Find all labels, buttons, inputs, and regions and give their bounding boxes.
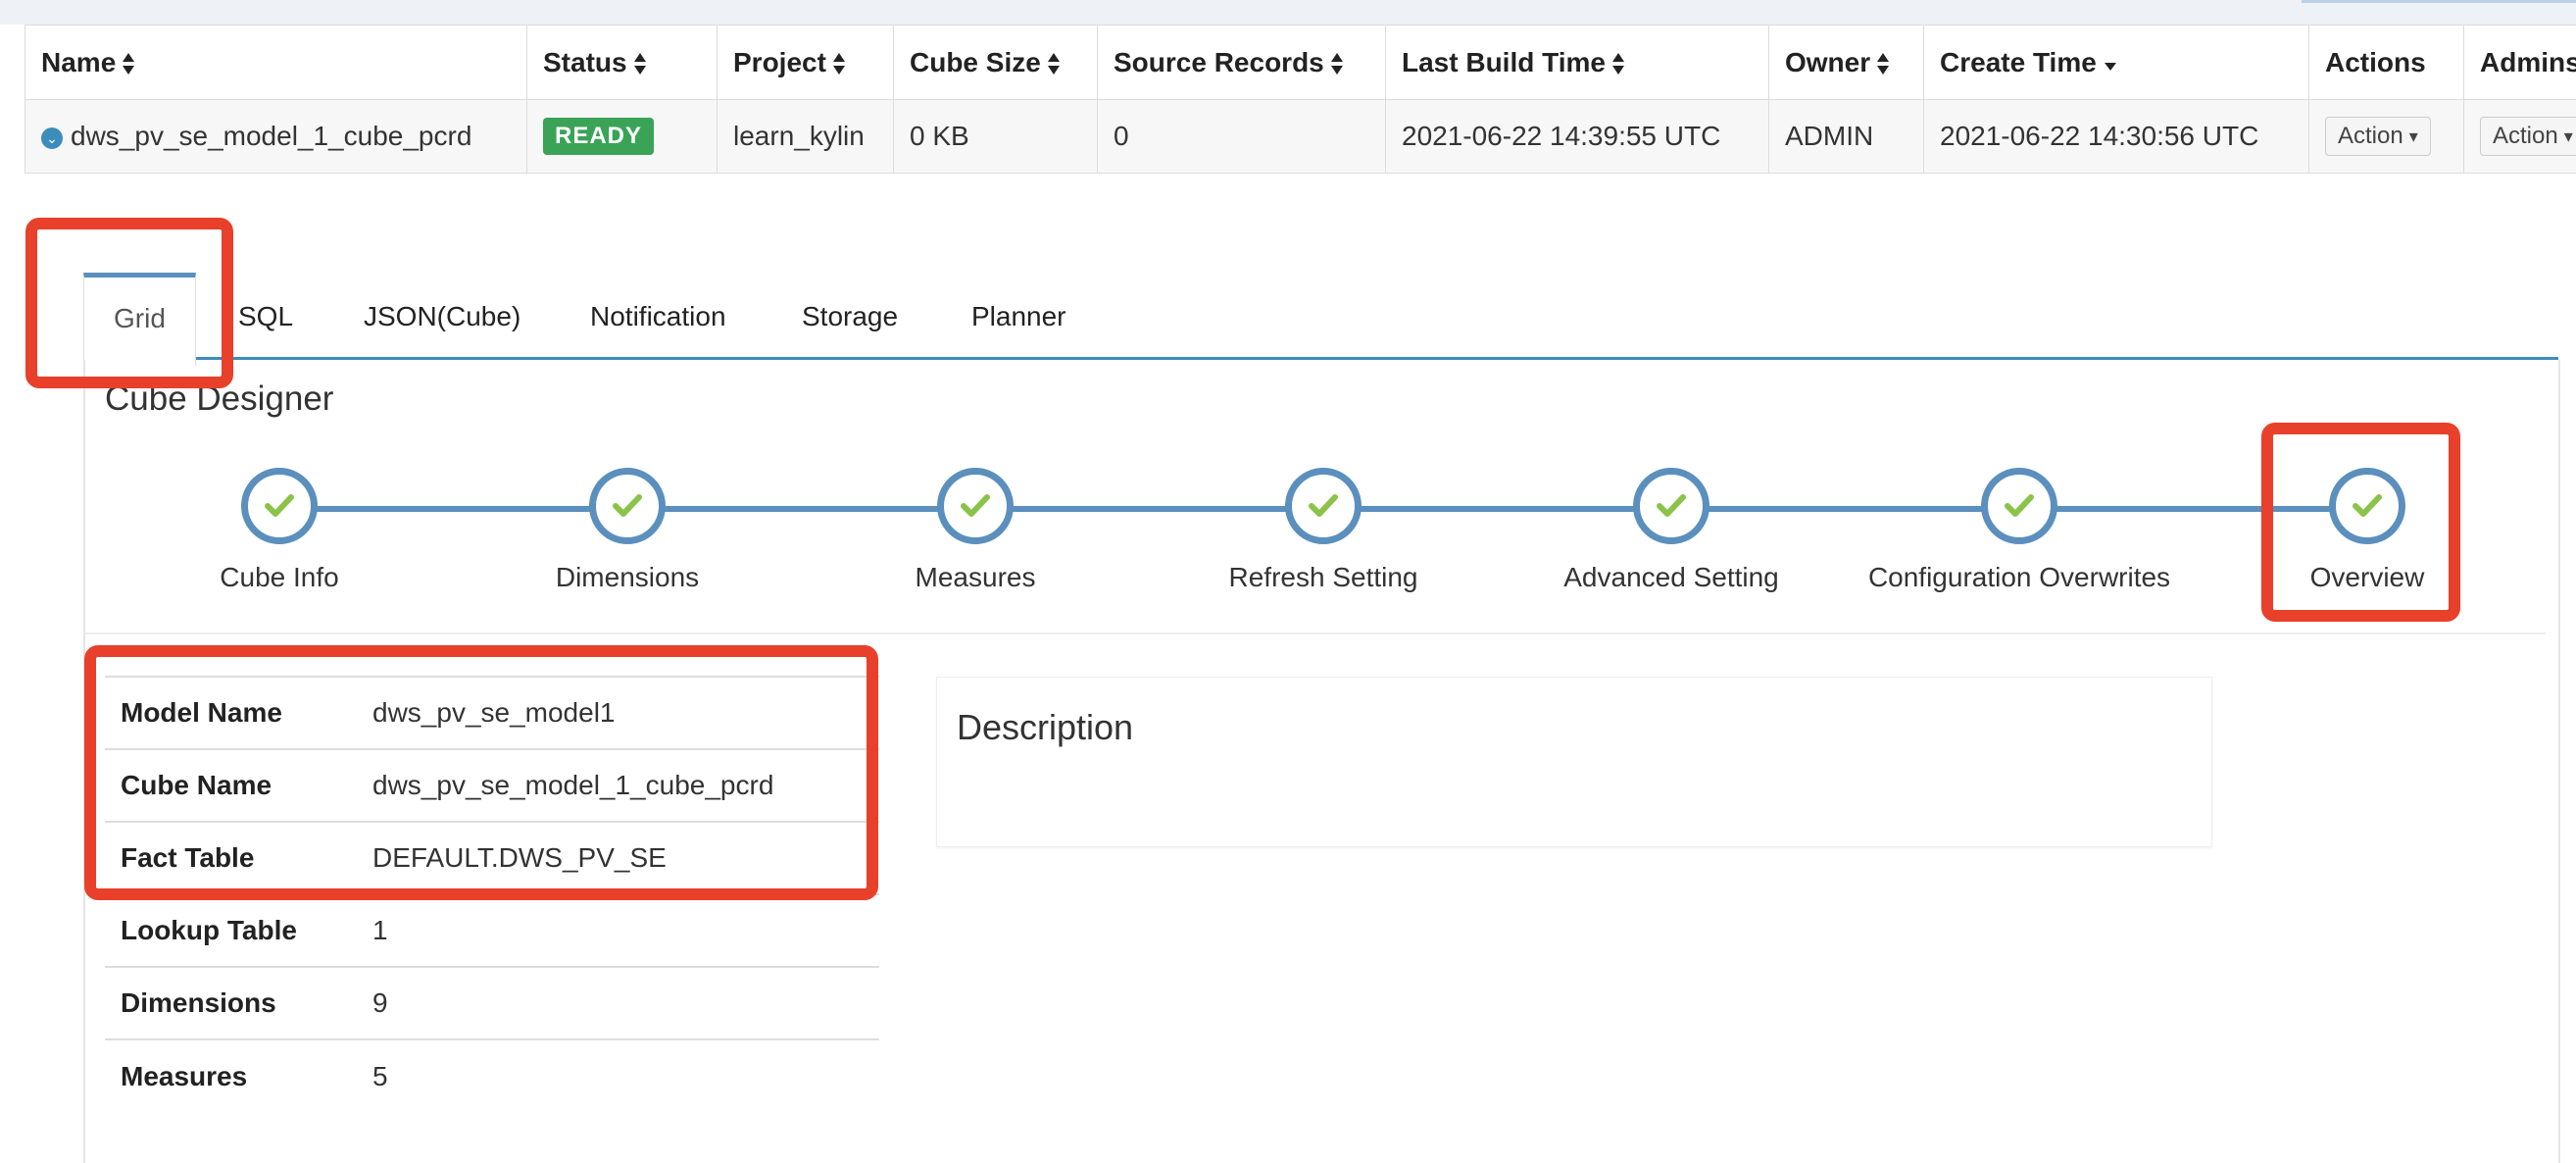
highlight-model-info: [84, 645, 878, 900]
info-key: Dimensions: [121, 987, 276, 1018]
description-title: Description: [957, 707, 1134, 747]
caret-down-icon: ▾: [2408, 126, 2418, 147]
cell-project: learn_kylin: [717, 99, 894, 174]
table-header-row: Name Status Project Cube Size Source Rec…: [25, 25, 2576, 100]
info-value: 5: [372, 1060, 388, 1091]
col-header-project[interactable]: Project: [717, 25, 894, 100]
divider: [85, 632, 2546, 634]
cube-list-table: Name Status Project Cube Size Source Rec…: [25, 25, 2576, 174]
info-key: Lookup Table: [121, 915, 297, 945]
col-header-name[interactable]: Name: [25, 25, 527, 100]
top-accent-line: [2302, 0, 2576, 3]
col-header-actions: Actions: [2308, 25, 2464, 100]
status-badge: READY: [543, 118, 655, 155]
tab-json-cube[interactable]: JSON(Cube): [364, 275, 520, 359]
action-dropdown-button[interactable]: Action ▾: [2325, 117, 2431, 156]
tab-planner[interactable]: Planner: [971, 275, 1066, 359]
sort-icon: [1330, 53, 1343, 76]
step-circle: [1633, 468, 1709, 544]
tab-storage[interactable]: Storage: [802, 275, 898, 359]
col-header-admins: Admins: [2463, 25, 2576, 100]
check-icon: [2005, 494, 2034, 517]
cell-owner: ADMIN: [1768, 99, 1924, 174]
sort-icon: [1047, 53, 1060, 76]
cell-status: READY: [526, 99, 718, 174]
info-key: Measures: [121, 1060, 248, 1091]
wizard-stepper: Cube Info Dimensions Measures Refresh Se…: [85, 468, 2558, 615]
tab-notification[interactable]: Notification: [590, 275, 726, 359]
col-header-cube-size[interactable]: Cube Size: [893, 25, 1098, 100]
chevron-down-circle-icon[interactable]: ⌄: [41, 126, 63, 149]
step-cube-info[interactable]: Cube Info: [103, 468, 456, 593]
step-advanced-setting[interactable]: Advanced Setting: [1495, 468, 1848, 593]
table-row: Measures 5: [105, 1039, 879, 1112]
description-box: Description: [936, 677, 2212, 847]
step-label: Dimensions: [555, 562, 700, 592]
table-row: Lookup Table 1: [105, 894, 879, 967]
step-circle: [241, 468, 318, 544]
caret-down-icon: ▾: [2563, 126, 2573, 147]
cell-last-build-time: 2021-06-22 14:39:55 UTC: [1385, 99, 1769, 174]
step-label: Cube Info: [220, 562, 339, 592]
step-label: Configuration Overwrites: [1867, 562, 2171, 592]
check-icon: [961, 494, 990, 517]
check-icon: [1657, 494, 1686, 517]
cell-source-records: 0: [1097, 99, 1386, 174]
step-dimensions[interactable]: Dimensions: [451, 468, 804, 593]
col-header-source-records[interactable]: Source Records: [1097, 25, 1386, 100]
table-row: Dimensions 9: [105, 967, 879, 1039]
step-label: Measures: [915, 562, 1036, 592]
info-value: 9: [372, 987, 388, 1018]
check-icon: [265, 494, 294, 517]
sort-icon: [123, 53, 135, 76]
step-refresh-setting[interactable]: Refresh Setting: [1147, 468, 1500, 593]
col-header-create-time[interactable]: Create Time: [1923, 25, 2309, 100]
sort-desc-icon: [2104, 63, 2116, 72]
step-configuration-overwrites[interactable]: Configuration Overwrites: [1843, 468, 2196, 593]
check-icon: [1309, 494, 1338, 517]
highlight-grid-tab: [25, 218, 233, 388]
col-header-status[interactable]: Status: [526, 25, 718, 100]
tab-sql[interactable]: SQL: [238, 275, 293, 359]
sort-icon: [832, 53, 845, 76]
cell-create-time: 2021-06-22 14:30:56 UTC: [1923, 99, 2309, 174]
highlight-overview-step: [2261, 423, 2460, 622]
step-circle: [1285, 468, 1362, 544]
cell-cube-size: 0 KB: [893, 99, 1098, 174]
cell-actions: Action ▾: [2308, 99, 2464, 174]
step-measures[interactable]: Measures: [799, 468, 1152, 593]
top-strip: [0, 0, 2576, 25]
sort-icon: [633, 53, 646, 76]
step-circle: [589, 468, 666, 544]
sort-icon: [1877, 53, 1890, 76]
step-label: Advanced Setting: [1563, 562, 1779, 592]
step-circle: [937, 468, 1014, 544]
table-row[interactable]: ⌄ dws_pv_se_model_1_cube_pcrd READY learn…: [25, 99, 2576, 174]
step-circle: [1981, 468, 2057, 544]
tab-bar: Grid SQL JSON(Cube) Notification Storage…: [83, 273, 2576, 366]
admins-action-dropdown-button[interactable]: Action ▾: [2480, 117, 2576, 156]
check-icon: [613, 494, 642, 517]
info-value: 1: [372, 915, 388, 945]
step-label: Refresh Setting: [1228, 562, 1418, 592]
cell-admins: Action ▾: [2463, 99, 2576, 174]
col-header-last-build-time[interactable]: Last Build Time: [1385, 25, 1769, 100]
cell-name[interactable]: ⌄ dws_pv_se_model_1_cube_pcrd: [25, 99, 527, 174]
sort-icon: [1611, 53, 1624, 76]
col-header-owner[interactable]: Owner: [1768, 25, 1924, 100]
